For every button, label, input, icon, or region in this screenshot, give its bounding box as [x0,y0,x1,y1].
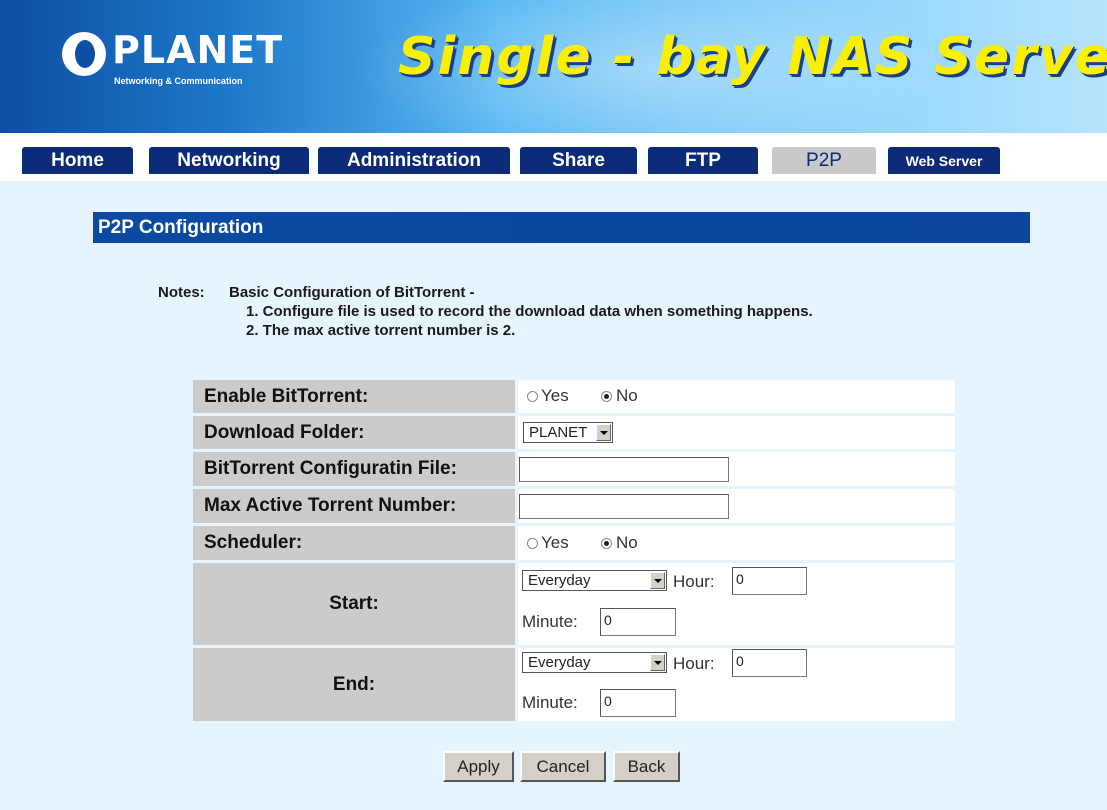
enable-bittorrent-value: Yes No [518,380,955,413]
end-hour-input[interactable]: 0 [732,649,807,677]
end-minute-input[interactable]: 0 [600,689,676,717]
row-start: Start: Everyday Hour: 0 Minute: 0 [193,563,955,645]
tab-web-server[interactable]: Web Server [888,147,1000,174]
download-folder-selected: PLANET [529,424,588,441]
start-day-select[interactable]: Everyday [522,570,667,591]
logo-tagline: Networking & Communication [114,76,243,86]
section-title: P2P Configuration [93,212,1030,243]
enable-no-label: No [616,386,638,405]
notes-line: 1. Configure file is used to record the … [246,303,813,320]
scheduler-no-radio[interactable] [601,538,612,549]
config-file-input[interactable] [519,457,729,482]
row-max-active: Max Active Torrent Number: [193,489,955,523]
row-scheduler: Scheduler: Yes No [193,526,955,560]
enable-bittorrent-label: Enable BitTorrent: [193,380,515,413]
start-hour-input[interactable]: 0 [732,567,807,595]
end-value: Everyday Hour: 0 Minute: 0 [518,648,955,721]
download-folder-select[interactable]: PLANET [523,422,613,443]
start-label: Start: [193,563,515,645]
apply-button[interactable]: Apply [443,751,514,782]
enable-yes-radio[interactable] [527,391,538,402]
tab-share[interactable]: Share [520,147,637,174]
start-minute-label: Minute: [522,612,578,631]
start-day-selected: Everyday [528,572,591,589]
header-banner: PLANET Networking & Communication Single… [0,0,1107,133]
scheduler-value: Yes No [518,526,955,560]
start-hour-label: Hour: [673,572,715,591]
max-active-input[interactable] [519,494,729,519]
row-config-file: BitTorrent Configuratin File: [193,452,955,486]
notes-line: Basic Configuration of BitTorrent - [229,284,475,301]
enable-no-radio[interactable] [601,391,612,402]
end-day-selected: Everyday [528,654,591,671]
tab-networking[interactable]: Networking [149,147,309,174]
planet-logo-icon [62,32,106,76]
tab-administration[interactable]: Administration [318,147,510,174]
download-folder-value: PLANET [518,416,955,449]
notes-label: Notes: [158,284,205,301]
tab-p2p[interactable]: P2P [772,147,876,174]
config-file-label: BitTorrent Configuratin File: [193,452,515,486]
cancel-button[interactable]: Cancel [520,751,606,782]
max-active-label: Max Active Torrent Number: [193,489,515,523]
end-hour-label: Hour: [673,654,715,673]
chevron-down-icon [650,654,665,671]
back-button[interactable]: Back [613,751,680,782]
page-title: Single - bay NAS Server [398,27,1107,87]
scheduler-label: Scheduler: [193,526,515,560]
scheduler-no-label: No [616,533,638,552]
chevron-down-icon [596,424,611,441]
start-value: Everyday Hour: 0 Minute: 0 [518,563,955,645]
scheduler-yes-label: Yes [541,533,569,552]
end-minute-label: Minute: [522,693,578,712]
tab-ftp[interactable]: FTP [648,147,758,174]
tab-home[interactable]: Home [22,147,133,174]
config-file-value [518,452,955,486]
notes-line: 2. The max active torrent number is 2. [246,322,516,339]
end-label: End: [193,648,515,721]
chevron-down-icon [650,572,665,589]
end-day-select[interactable]: Everyday [522,652,667,673]
row-download-folder: Download Folder: PLANET [193,416,955,449]
max-active-value [518,489,955,523]
row-enable-bittorrent: Enable BitTorrent: Yes No [193,380,955,413]
download-folder-label: Download Folder: [193,416,515,449]
row-end: End: Everyday Hour: 0 Minute: 0 [193,648,955,721]
enable-yes-label: Yes [541,386,569,405]
logo-name: PLANET [112,28,284,72]
planet-logo: PLANET Networking & Communication [62,28,282,100]
scheduler-yes-radio[interactable] [527,538,538,549]
start-minute-input[interactable]: 0 [600,608,676,636]
